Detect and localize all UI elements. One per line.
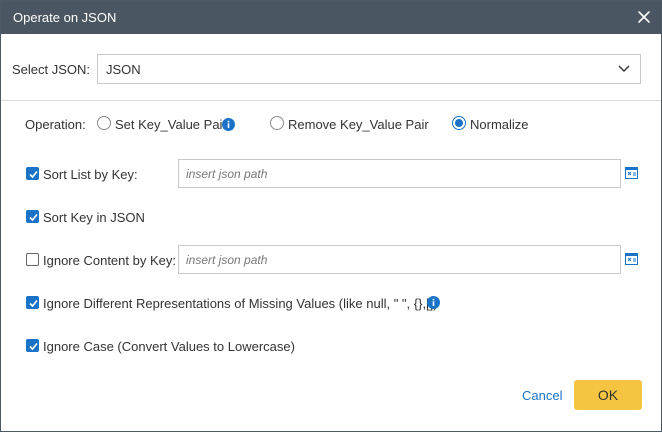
radio-set-key-value-pair[interactable] xyxy=(97,116,111,130)
ignore-missing-values-checkbox[interactable] xyxy=(26,296,39,309)
cancel-button[interactable]: Cancel xyxy=(522,388,562,403)
ok-button[interactable]: OK xyxy=(574,380,642,410)
chevron-down-icon xyxy=(618,65,630,72)
info-icon[interactable] xyxy=(222,118,235,131)
info-icon[interactable] xyxy=(427,296,440,309)
checkmark-icon xyxy=(29,213,38,222)
radio-remove-key-value-pair[interactable] xyxy=(270,116,284,130)
json-path-picker-icon[interactable] xyxy=(625,167,638,179)
ignore-content-by-key-checkbox[interactable] xyxy=(26,253,39,266)
ignore-case-label[interactable]: Ignore Case (Convert Values to Lowercase… xyxy=(43,339,295,354)
operate-on-json-dialog: Operate on JSON Select JSON: JSON Operat… xyxy=(0,0,662,432)
radio-label-normalize[interactable]: Normalize xyxy=(470,117,529,132)
ignore-case-checkbox[interactable] xyxy=(26,339,39,352)
operation-label: Operation: xyxy=(25,117,86,132)
dialog-titlebar: Operate on JSON xyxy=(1,1,661,34)
checkmark-icon xyxy=(29,299,38,308)
dialog-title: Operate on JSON xyxy=(13,10,117,25)
json-path-picker-icon[interactable] xyxy=(625,253,638,265)
sort-list-by-key-label[interactable]: Sort List by Key: xyxy=(43,167,138,182)
ignore-content-by-key-path-input[interactable] xyxy=(178,245,621,274)
select-json-label: Select JSON: xyxy=(12,62,91,77)
close-icon[interactable] xyxy=(635,8,653,26)
checkmark-icon xyxy=(29,170,38,179)
section-divider xyxy=(1,100,661,101)
radio-label-set-key-value-pair[interactable]: Set Key_Value Pair xyxy=(115,117,227,132)
checkmark-icon xyxy=(29,342,38,351)
sort-key-in-json-checkbox[interactable] xyxy=(26,210,39,223)
sort-list-by-key-path-input[interactable] xyxy=(178,159,621,188)
select-json-value: JSON xyxy=(106,62,141,77)
radio-label-remove-key-value-pair[interactable]: Remove Key_Value Pair xyxy=(288,117,429,132)
sort-list-by-key-checkbox[interactable] xyxy=(26,167,39,180)
ignore-missing-values-label[interactable]: Ignore Different Representations of Miss… xyxy=(43,296,438,311)
select-json-dropdown[interactable]: JSON xyxy=(97,54,641,84)
ignore-content-by-key-label[interactable]: Ignore Content by Key: xyxy=(43,253,176,268)
sort-key-in-json-label[interactable]: Sort Key in JSON xyxy=(43,210,145,225)
radio-normalize[interactable] xyxy=(452,116,466,130)
